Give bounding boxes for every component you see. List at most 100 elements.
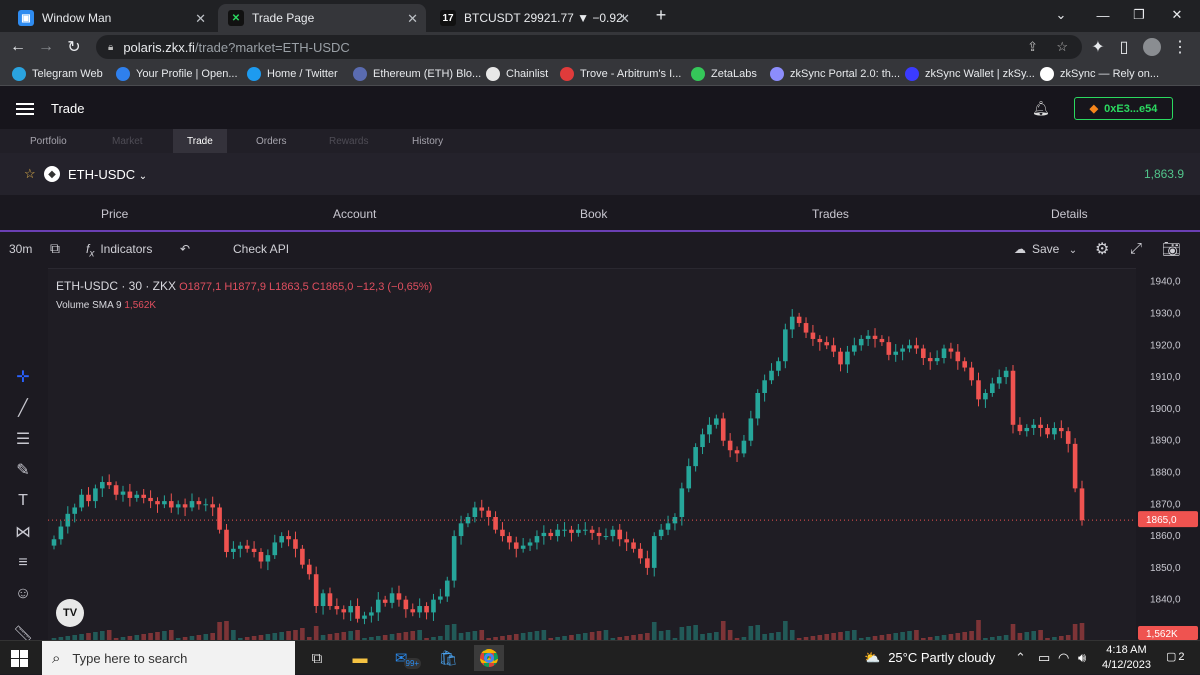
indicators-button[interactable]: fx Indicators xyxy=(86,242,152,259)
save-button[interactable]: ☁ Save ⌄ xyxy=(1014,242,1077,256)
wifi-icon[interactable]: ◠ xyxy=(1058,650,1069,666)
restore-icon[interactable]: ❐ xyxy=(1122,0,1156,30)
candle-body xyxy=(534,536,540,543)
bookmark-item[interactable]: Telegram Web xyxy=(12,66,103,82)
mail-icon[interactable]: ✉ 99+ xyxy=(393,645,423,671)
crosshair-icon[interactable]: ✛ xyxy=(12,366,34,388)
bookmark-item[interactable]: zkSync Portal 2.0: th... xyxy=(770,66,900,82)
bookmark-item[interactable]: Trove - Arbitrum's I... xyxy=(560,66,681,82)
new-tab-button[interactable]: + xyxy=(644,0,678,30)
close-icon[interactable]: ✕ xyxy=(195,11,206,27)
candle-body xyxy=(638,548,643,559)
tab-account[interactable]: Account xyxy=(333,195,376,232)
bookmark-item[interactable]: Chainlist xyxy=(486,66,548,82)
volume-bar xyxy=(444,625,450,641)
axis-tick-label: 1910,0 xyxy=(1150,372,1181,383)
tab-search-icon[interactable]: ⌄ xyxy=(1044,0,1078,30)
price-axis[interactable]: 1940,0 1930,0 1920,0 1910,0 1900,0 1890,0 1880… xyxy=(1136,268,1200,640)
legend-low: L1863,5 xyxy=(269,281,309,293)
bell-icon[interactable]: 🔔︎ xyxy=(1032,100,1050,117)
tab-price[interactable]: Price xyxy=(101,195,128,232)
bookmark-item[interactable]: Home / Twitter xyxy=(247,66,338,82)
candle-type-icon[interactable]: ⧉ xyxy=(50,240,60,257)
subnav-portfolio[interactable]: Portfolio xyxy=(16,129,81,153)
menu-kebab-icon[interactable]: ⋮ xyxy=(1170,37,1190,57)
bookmark-item[interactable]: zkSync — Rely on... xyxy=(1040,66,1159,82)
bookmark-item[interactable]: ZetaLabs xyxy=(691,66,757,82)
battery-icon[interactable]: ▭ xyxy=(1038,650,1050,666)
volume-bar xyxy=(313,626,319,641)
subnav-market[interactable]: Market xyxy=(98,129,157,153)
candle-body xyxy=(334,606,340,610)
share-icon[interactable]: ⇪ xyxy=(1027,39,1038,55)
measure-lines-icon[interactable]: ≡ xyxy=(12,552,34,574)
pattern-icon[interactable]: ⋈ xyxy=(12,521,34,543)
undo-icon[interactable]: ↶ xyxy=(180,242,190,256)
subnav-trade[interactable]: Trade xyxy=(173,129,227,153)
tab-window-man[interactable]: ▣ Window Man ✕ xyxy=(8,4,214,32)
brush-icon[interactable]: ✎ xyxy=(12,459,34,481)
interval-selector[interactable]: 30m xyxy=(9,242,32,256)
candle-body xyxy=(596,532,602,537)
tab-trade-page[interactable]: ✕ Trade Page ✕ xyxy=(218,4,426,32)
tab-trades[interactable]: Trades xyxy=(812,195,849,232)
extensions-icon[interactable]: ✦ xyxy=(1088,37,1108,57)
subnav-orders[interactable]: Orders xyxy=(242,129,301,153)
tab-btcusdt[interactable]: 17 BTCUSDT 29921.77 ▼ −0.92% Lu ✕ xyxy=(430,4,638,32)
forward-icon[interactable]: → xyxy=(36,37,56,57)
emoji-icon[interactable]: ☺ xyxy=(12,583,34,605)
store-icon[interactable]: 🛍︎ xyxy=(433,645,463,671)
subnav-rewards[interactable]: Rewards xyxy=(315,129,382,153)
trend-line-icon[interactable]: ╱ xyxy=(12,397,34,419)
bookmark-item[interactable]: Ethereum (ETH) Blo... xyxy=(353,66,481,82)
settings-gear-icon[interactable]: ⚙ xyxy=(1095,239,1109,259)
file-explorer-icon[interactable]: ▬ xyxy=(345,645,375,671)
taskbar-clock[interactable]: 4:18 AM 4/12/2023 xyxy=(1102,643,1151,673)
wallet-button[interactable]: ◆ 0xE3...e54 xyxy=(1074,97,1173,120)
camera-icon[interactable]: 📷︎ xyxy=(1162,240,1181,258)
bookmark-item[interactable]: zkSync Wallet | zkSy... xyxy=(905,66,1035,82)
back-icon[interactable]: ← xyxy=(8,37,28,57)
fullscreen-icon[interactable]: ⤢ xyxy=(1130,240,1142,257)
price-chart[interactable]: ETH-USDC · 30 · ZKX O1877,1 H1877,9 L186… xyxy=(48,268,1200,641)
url-host: polaris.zkx.fi xyxy=(123,39,195,55)
tray-chevron-icon[interactable]: ⌃ xyxy=(1015,650,1026,666)
check-api-button[interactable]: Check API xyxy=(233,242,289,256)
notification-icon[interactable]: ▢ 2 xyxy=(1166,650,1185,663)
chrome-icon[interactable] xyxy=(474,645,504,671)
reload-icon[interactable]: ↻ xyxy=(64,37,84,57)
subnav-history[interactable]: History xyxy=(398,129,457,153)
tab-book[interactable]: Book xyxy=(580,195,607,232)
hamburger-menu-icon[interactable] xyxy=(16,103,34,115)
chart-plot-area[interactable]: ETH-USDC · 30 · ZKX O1877,1 H1877,9 L186… xyxy=(48,268,1136,641)
bookmark-label: zkSync — Rely on... xyxy=(1060,68,1160,80)
close-icon[interactable]: ✕ xyxy=(407,11,418,27)
taskbar-search-box[interactable]: ⌕ Type here to search xyxy=(42,641,295,675)
volume-icon[interactable]: 🔊︎ xyxy=(1078,650,1086,666)
tradingview-logo[interactable]: TV xyxy=(56,599,84,627)
minimize-icon[interactable]: — xyxy=(1086,0,1120,30)
market-selector[interactable]: ETH-USDC ⌄ xyxy=(68,167,147,182)
volume-bar xyxy=(755,625,761,641)
candle-body xyxy=(175,504,181,508)
mail-badge: 99+ xyxy=(403,657,422,669)
text-tool-icon[interactable]: T xyxy=(12,490,34,512)
tab-details[interactable]: Details xyxy=(1051,195,1088,232)
side-panel-icon[interactable]: ▯ xyxy=(1114,37,1134,57)
profile-avatar[interactable] xyxy=(1142,37,1162,57)
horizontal-lines-icon[interactable]: ☰ xyxy=(12,428,34,450)
close-icon[interactable]: ✕ xyxy=(619,11,630,27)
task-view-icon[interactable]: ⧉ xyxy=(302,645,332,671)
window-close-icon[interactable]: ✕ xyxy=(1160,0,1194,30)
legend-open: O1877,1 xyxy=(179,281,222,293)
favorite-star-icon[interactable]: ☆ xyxy=(24,166,36,182)
candle-body xyxy=(1052,427,1057,435)
weather-widget[interactable]: ⛅ 25°C Partly cloudy xyxy=(864,650,995,666)
candle-body xyxy=(969,367,974,381)
windows-start-icon[interactable] xyxy=(11,650,28,667)
bookmark-star-icon[interactable]: ☆ xyxy=(1056,39,1068,55)
bookmark-icon xyxy=(691,67,705,81)
zkx-icon: ✕ xyxy=(228,10,244,26)
address-bar[interactable]: 🔒︎ polaris.zkx.fi /trade?market=ETH-USDC… xyxy=(96,35,1082,59)
bookmark-item[interactable]: Your Profile | Open... xyxy=(116,66,238,82)
